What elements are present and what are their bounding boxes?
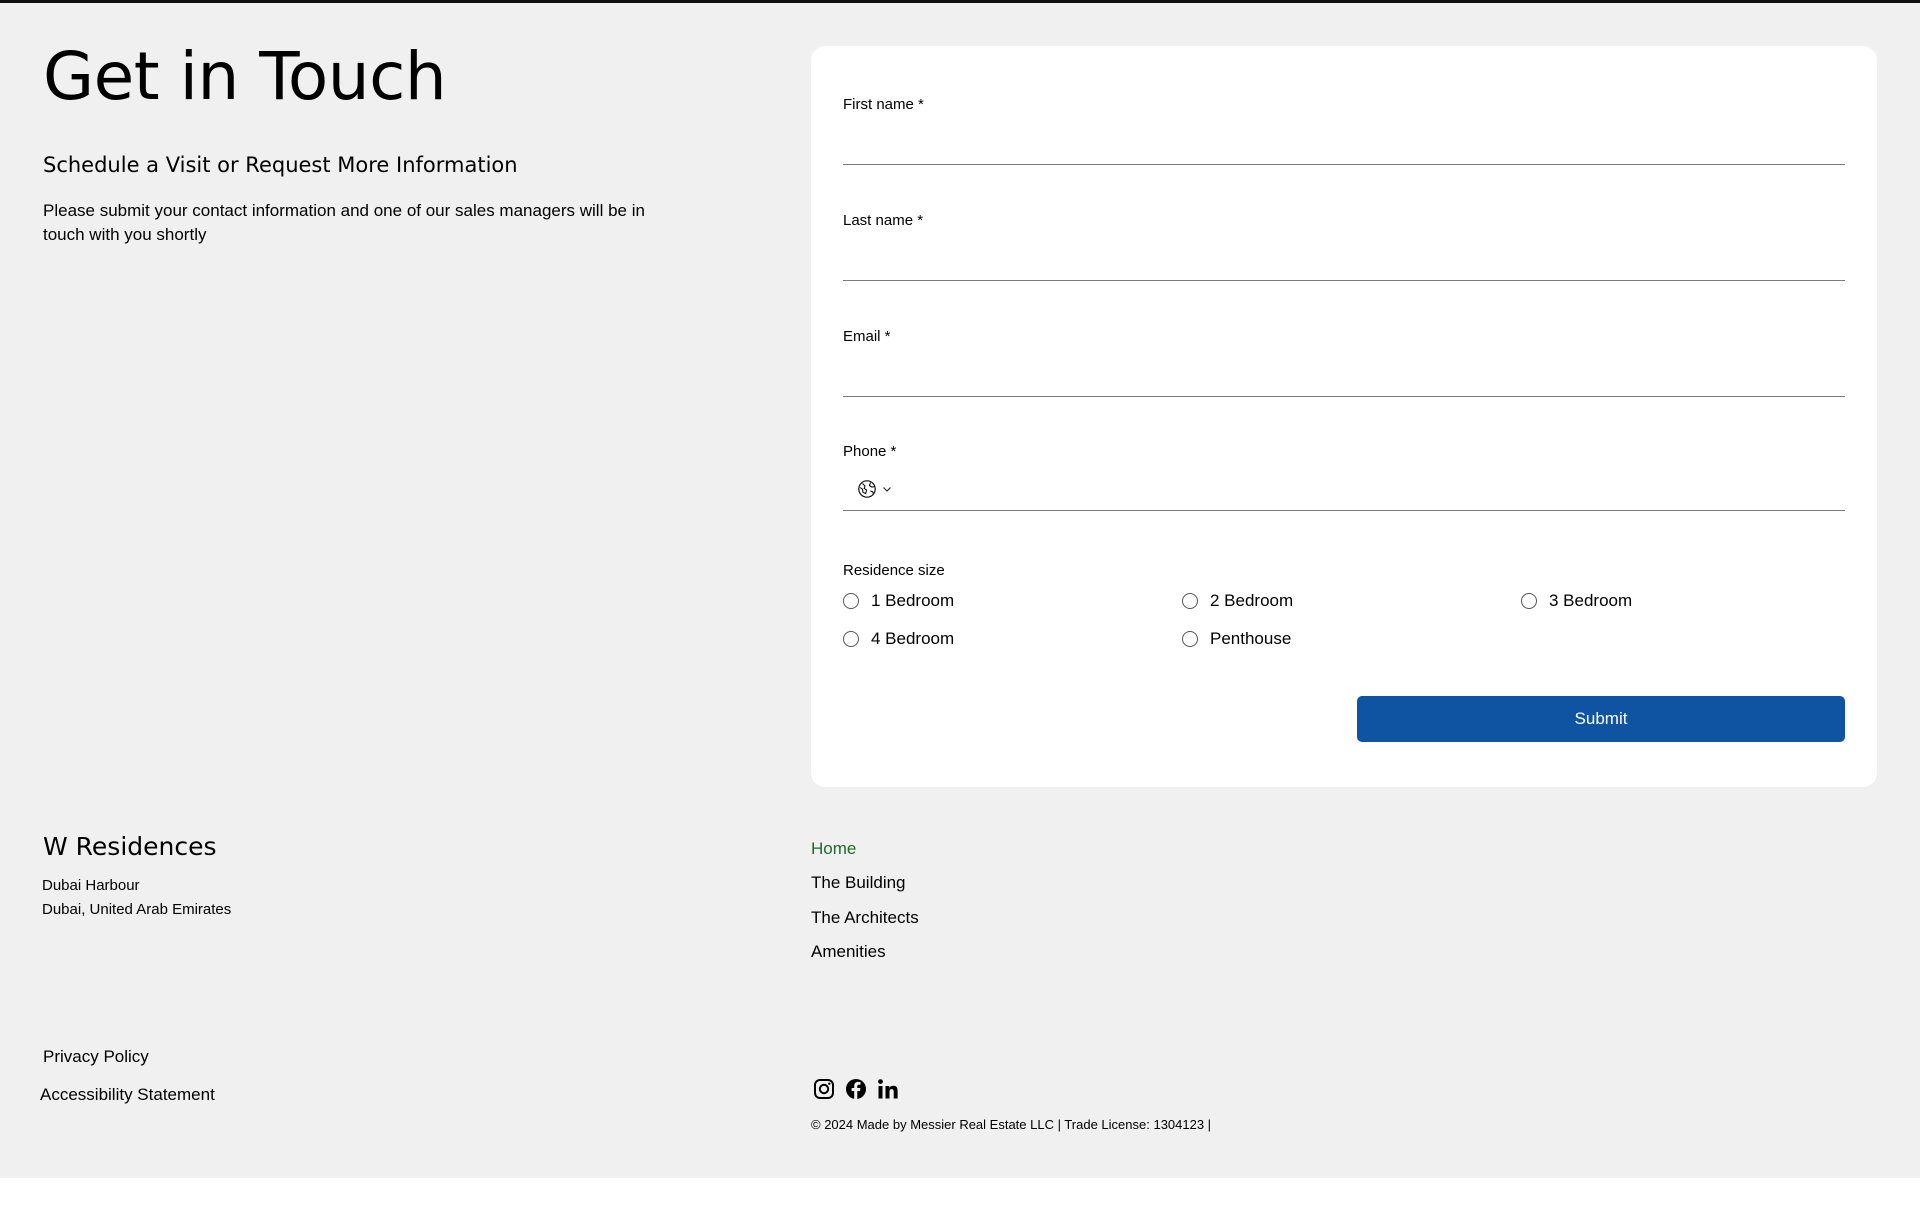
nav-the-architects[interactable]: The Architects [811,907,919,929]
email-input[interactable] [843,356,1845,397]
radio-3-bedroom[interactable]: 3 Bedroom [1521,591,1632,611]
radio-label: 2 Bedroom [1210,591,1294,610]
page-title: Get in Touch [43,38,447,115]
email-label: Email * [843,328,891,345]
contact-page: Get in Touch Schedule a Visit or Request… [0,3,1920,1178]
nav-the-building[interactable]: The Building [811,872,906,894]
page-subtitle: Schedule a Visit or Request More Informa… [43,153,518,177]
country-code-dropdown[interactable] [857,479,893,499]
first-name-input[interactable] [843,124,1845,165]
last-name-input[interactable] [843,240,1845,281]
nav-amenities[interactable]: Amenities [811,941,886,963]
phone-input[interactable] [843,471,1845,511]
radio-4-bedroom[interactable]: 4 Bedroom [843,629,954,649]
accessibility-statement-link[interactable]: Accessibility Statement [40,1084,215,1106]
radio-2-bedroom[interactable]: 2 Bedroom [1182,591,1293,611]
linkedin-icon[interactable] [876,1077,900,1101]
brand-name: W Residences [43,832,217,861]
radio-circle[interactable] [1521,593,1537,609]
radio-circle[interactable] [843,631,859,647]
instagram-icon[interactable] [812,1077,836,1101]
nav-home[interactable]: Home [811,838,856,860]
last-name-label: Last name * [843,212,924,229]
submit-button[interactable]: Submit [1357,696,1845,742]
first-name-field: First name * [843,96,1845,168]
privacy-policy-link[interactable]: Privacy Policy [43,1046,149,1068]
last-name-field: Last name * [843,212,1845,284]
first-name-label: First name * [843,96,924,113]
address-line-1: Dubai Harbour [42,877,140,894]
radio-penthouse[interactable]: Penthouse [1182,629,1291,649]
intro-text: Please submit your contact information a… [43,201,645,244]
radio-circle[interactable] [1182,593,1198,609]
radio-1-bedroom[interactable]: 1 Bedroom [843,591,954,611]
copyright-text: © 2024 Made by Messier Real Estate LLC |… [811,1117,1212,1132]
residence-size-label: Residence size [843,562,945,579]
radio-label: 4 Bedroom [871,629,955,648]
chevron-down-icon [883,487,891,492]
radio-label: 3 Bedroom [1549,591,1633,610]
email-field: Email * [843,328,1845,400]
facebook-icon[interactable] [844,1077,868,1101]
contact-form: First name * Last name * Email * Phone * [811,46,1877,787]
globe-icon [858,480,876,498]
radio-label: 1 Bedroom [871,591,955,610]
phone-label: Phone * [843,443,897,460]
social-links [812,1077,900,1101]
radio-circle[interactable] [843,593,859,609]
phone-field: Phone * [843,443,1845,515]
radio-label: Penthouse [1210,629,1292,648]
address-line-2: Dubai, United Arab Emirates [42,901,232,918]
radio-circle[interactable] [1182,631,1198,647]
